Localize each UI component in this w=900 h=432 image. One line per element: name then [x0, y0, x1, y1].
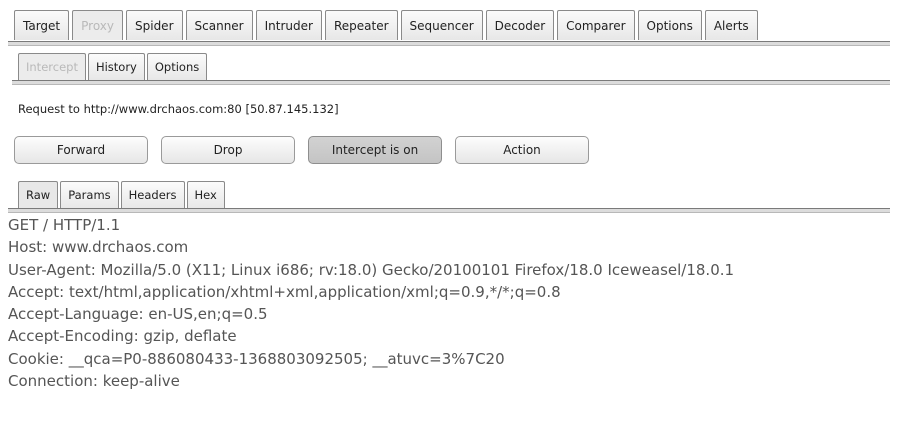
tab-decoder[interactable]: Decoder	[485, 10, 555, 40]
tab-intruder[interactable]: Intruder	[255, 10, 322, 40]
tab-target[interactable]: Target	[14, 10, 70, 40]
main-tab-bar: Target Proxy Spider Scanner Intruder Rep…	[14, 10, 761, 42]
tab-raw[interactable]: Raw	[18, 181, 59, 209]
tab-history[interactable]: History	[87, 53, 145, 80]
tab-headers[interactable]: Headers	[120, 181, 185, 209]
header-host: Host: www.drchaos.com	[8, 238, 189, 257]
intercept-toolbar: Forward Drop Intercept is on Action	[14, 136, 602, 164]
request-target-label: Request to http://www.drchaos.com:80 [50…	[18, 102, 339, 116]
tab-comparer[interactable]: Comparer	[557, 10, 635, 40]
header-accept-language: Accept-Language: en-US,en;q=0.5	[8, 305, 268, 324]
forward-button[interactable]: Forward	[14, 136, 148, 164]
tab-params[interactable]: Params	[60, 181, 119, 209]
intercept-toggle-button[interactable]: Intercept is on	[308, 136, 442, 164]
tab-repeater[interactable]: Repeater	[324, 10, 398, 40]
tab-proxy[interactable]: Proxy	[72, 10, 123, 40]
tab-spider[interactable]: Spider	[126, 10, 183, 40]
message-view-tab-bar: Raw Params Headers Hex	[18, 181, 227, 210]
tab-intercept[interactable]: Intercept	[18, 53, 86, 80]
message-view-divider	[8, 208, 890, 213]
raw-request-editor[interactable]: GET / HTTP/1.1 Host: www.drchaos.com Use…	[8, 214, 900, 432]
proxy-tab-bar: Intercept History Options	[18, 53, 209, 81]
header-connection: Connection: keep-alive	[8, 372, 180, 391]
header-cookie: Cookie: __qca=P0-886080433-1368803092505…	[8, 349, 505, 368]
tab-hex[interactable]: Hex	[186, 181, 225, 209]
header-user-agent: User-Agent: Mozilla/5.0 (X11; Linux i686…	[8, 260, 735, 279]
action-button[interactable]: Action	[455, 136, 589, 164]
header-accept: Accept: text/html,application/xhtml+xml,…	[8, 282, 561, 301]
tab-options[interactable]: Options	[637, 10, 702, 40]
drop-button[interactable]: Drop	[161, 136, 295, 164]
tab-alerts[interactable]: Alerts	[704, 10, 758, 40]
main-tab-divider	[8, 41, 890, 46]
tab-sequencer[interactable]: Sequencer	[400, 10, 483, 40]
tab-proxy-options[interactable]: Options	[146, 53, 208, 80]
proxy-tab-divider	[12, 80, 890, 85]
tab-scanner[interactable]: Scanner	[185, 10, 253, 40]
request-line: GET / HTTP/1.1	[8, 216, 121, 234]
header-accept-encoding: Accept-Encoding: gzip, deflate	[8, 327, 237, 346]
